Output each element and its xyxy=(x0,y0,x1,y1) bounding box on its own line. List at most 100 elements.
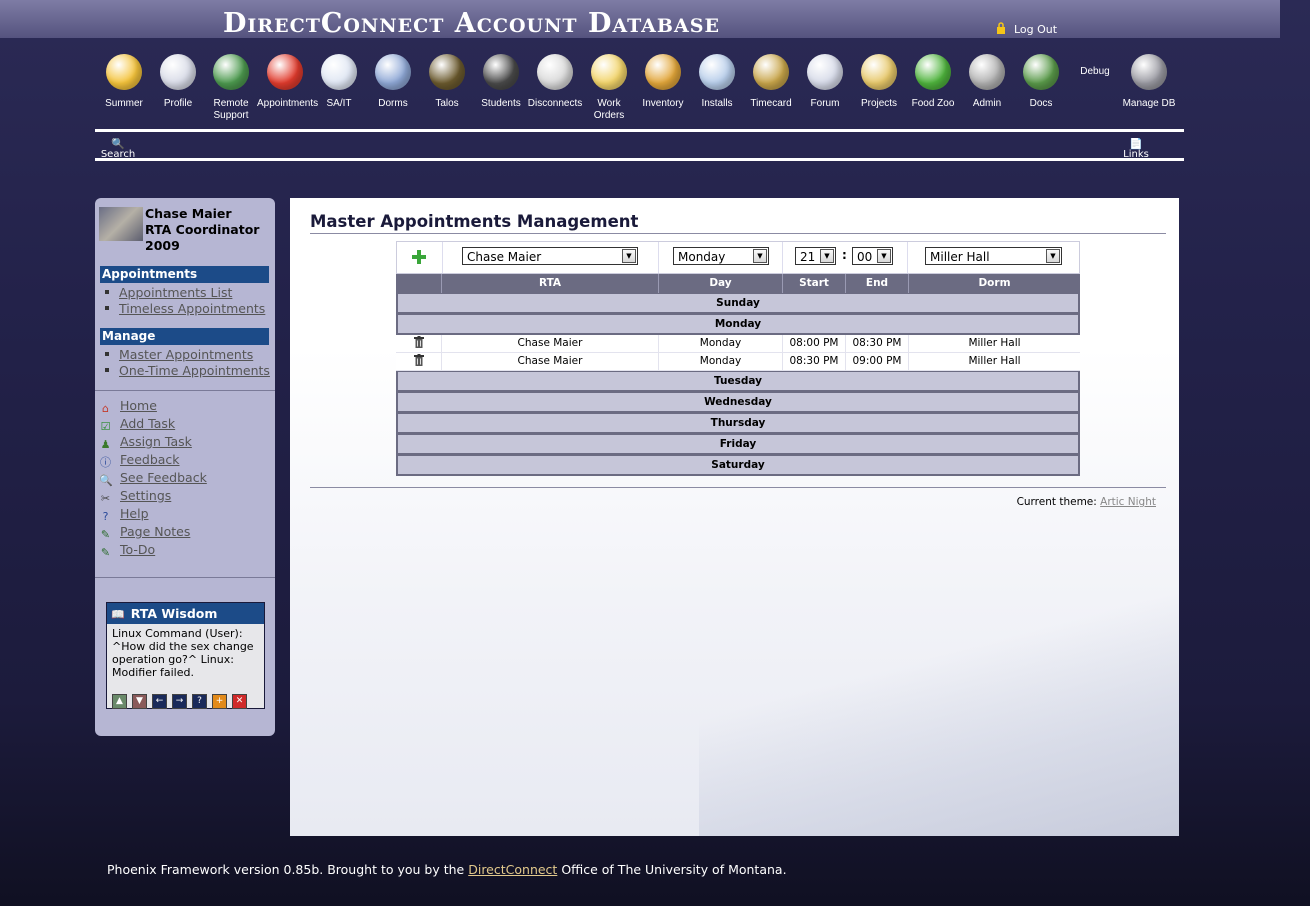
books-icon xyxy=(1023,54,1059,90)
page-title: Master Appointments Management xyxy=(310,212,639,231)
red-cross-icon xyxy=(321,54,357,90)
nav-item-summer[interactable]: Summer xyxy=(96,52,152,110)
sidebar-link-add-task[interactable]: ☑ Add Task xyxy=(99,416,207,434)
sidebar-link-home[interactable]: ⌂ Home xyxy=(99,398,207,416)
info-icon: ⓘ xyxy=(100,456,111,469)
sidebar-link-to-do[interactable]: ✎ To-Do xyxy=(99,542,207,560)
header-end: End xyxy=(846,274,909,293)
previous-arrow-icon[interactable]: ← xyxy=(152,694,167,709)
disconnect-cable-icon xyxy=(537,54,573,90)
nav-item-timecard[interactable]: Timecard xyxy=(743,52,799,110)
search-icon: 🔍 xyxy=(111,138,125,150)
next-arrow-icon[interactable]: → xyxy=(172,694,187,709)
cell-start: 08:00 PM xyxy=(783,335,846,352)
user-name: Chase Maier xyxy=(145,206,232,221)
nav-label: Work Orders xyxy=(593,98,625,121)
nav-label: Manage DB xyxy=(1122,98,1176,109)
day-cell: Monday ▼ xyxy=(658,242,783,273)
menu-timeless-appointments[interactable]: Timeless Appointments xyxy=(105,301,265,317)
user-role: RTA Coordinator xyxy=(145,222,260,237)
links-nav[interactable]: 📄 Links xyxy=(1121,138,1151,160)
nav-item-installs[interactable]: Installs xyxy=(689,52,745,110)
delete-icon[interactable]: ✕ xyxy=(232,694,247,709)
scissors-tools-icon: ✂ xyxy=(100,492,111,505)
cell-end: 09:00 PM xyxy=(846,353,909,370)
footer-text-pre: Phoenix Framework version 0.85b. Brought… xyxy=(107,862,465,877)
nav-item-dorms[interactable]: Dorms xyxy=(365,52,421,110)
help-icon[interactable]: ? xyxy=(192,694,207,709)
sidebar-link-help[interactable]: ? Help xyxy=(99,506,207,524)
nav-item-admin[interactable]: Admin xyxy=(959,52,1015,110)
add-icon[interactable] xyxy=(412,250,426,264)
theme-info: Current theme: Artic Night xyxy=(1017,496,1156,508)
nav-item-projects[interactable]: Projects xyxy=(851,52,907,110)
nav-item-appointments[interactable]: Appointments xyxy=(257,52,318,110)
nav-item-disconnects[interactable]: Disconnects xyxy=(527,52,583,110)
thumbs-up-icon[interactable]: ▲ xyxy=(112,694,127,709)
header-actions xyxy=(396,274,442,293)
nav-item-inventory[interactable]: Inventory xyxy=(635,52,691,110)
rta-cell: Chase Maier ▼ xyxy=(442,242,659,273)
profile-card-icon xyxy=(160,54,196,90)
sidebar-link-see-feedback[interactable]: 🔍 See Feedback xyxy=(99,470,207,488)
sidebar-link-feedback[interactable]: ⓘ Feedback xyxy=(99,452,207,470)
nav-item-docs[interactable]: Docs xyxy=(1013,52,1069,110)
theme-link[interactable]: Artic Night xyxy=(1100,496,1156,508)
start-hour-select[interactable]: 21 ▼ xyxy=(795,247,836,265)
nav-item-sa-it[interactable]: SA/IT xyxy=(311,52,367,110)
nav-label: Students xyxy=(481,98,521,109)
sidebar-link-settings[interactable]: ✂ Settings xyxy=(99,488,207,506)
cell-rta: Chase Maier xyxy=(442,335,659,352)
menu-master-appointments[interactable]: Master Appointments xyxy=(105,347,270,363)
todo-pencil-icon: ✎ xyxy=(100,546,111,559)
wisdom-text: Linux Command (User): ^How did the sex c… xyxy=(112,627,254,679)
time-separator: : xyxy=(842,248,847,262)
pushpin-note-icon xyxy=(591,54,627,90)
cell-end: 08:30 PM xyxy=(846,335,909,352)
nav-item-manage-db[interactable]: Manage DB xyxy=(1121,52,1177,110)
day-group-sunday: Sunday xyxy=(396,293,1080,314)
sidebar-link-assign-task[interactable]: ♟ Assign Task xyxy=(99,434,207,452)
nav-label: Remote Support xyxy=(213,98,249,121)
user-year: 2009 xyxy=(145,238,180,253)
table-row: Chase Maier Monday 08:00 PM 08:30 PM Miller … xyxy=(396,335,1080,353)
nav-item-remote-support[interactable]: Remote Support xyxy=(203,52,259,122)
rta-select[interactable]: Chase Maier ▼ xyxy=(462,247,638,265)
nav-item-forum[interactable]: Forum xyxy=(797,52,853,110)
dorm-select[interactable]: Miller Hall ▼ xyxy=(925,247,1062,265)
assign-person-icon: ♟ xyxy=(100,438,111,451)
nav-divider-top xyxy=(95,129,1184,132)
user-info: Chase Maier RTA Coordinator 2009 xyxy=(145,206,259,254)
nav-label: Docs xyxy=(1029,98,1053,109)
trash-icon[interactable] xyxy=(413,336,424,348)
footer-link-directconnect[interactable]: DirectConnect xyxy=(468,862,557,877)
add-icon[interactable]: + xyxy=(212,694,227,709)
nav-item-profile[interactable]: Profile xyxy=(150,52,206,110)
chevron-down-icon: ▼ xyxy=(877,249,891,263)
nav-item-talos[interactable]: Talos xyxy=(419,52,475,110)
menu-one-time-appointments[interactable]: One-Time Appointments xyxy=(105,363,270,379)
sidebar-link-page-notes[interactable]: ✎ Page Notes xyxy=(99,524,207,542)
time-cell: 21 ▼ : 00 ▼ xyxy=(782,242,908,273)
quick-links: ⌂ Home ☑ Add Task ♟ Assign Task ⓘ Feedback 🔍… xyxy=(99,398,207,560)
day-select[interactable]: Monday ▼ xyxy=(673,247,769,265)
trash-icon[interactable] xyxy=(413,354,424,366)
day-group-wednesday: Wednesday xyxy=(396,392,1080,413)
nav-item-work-orders[interactable]: Work Orders xyxy=(581,52,637,122)
install-window-icon xyxy=(699,54,735,90)
nav-item-food-zoo[interactable]: Food Zoo xyxy=(905,52,961,110)
speech-bubble-icon xyxy=(807,54,843,90)
dorm-cell: Miller Hall ▼ xyxy=(907,242,1079,273)
avatar xyxy=(99,207,143,241)
nav-item-debug[interactable]: Debug xyxy=(1067,52,1123,78)
menu-appointments-list[interactable]: Appointments List xyxy=(105,285,265,301)
start-minute-select[interactable]: 00 ▼ xyxy=(852,247,893,265)
search-nav[interactable]: 🔍 Search xyxy=(100,138,136,160)
thumbs-down-icon[interactable]: ▼ xyxy=(132,694,147,709)
note-pencil-icon: ✎ xyxy=(100,528,111,541)
header-rta: RTA xyxy=(442,274,659,293)
nav-item-students[interactable]: Students xyxy=(473,52,529,110)
chevron-down-icon: ▼ xyxy=(753,249,767,263)
logout-link[interactable]: Log Out xyxy=(996,22,1057,36)
sidebar-divider xyxy=(95,390,275,391)
